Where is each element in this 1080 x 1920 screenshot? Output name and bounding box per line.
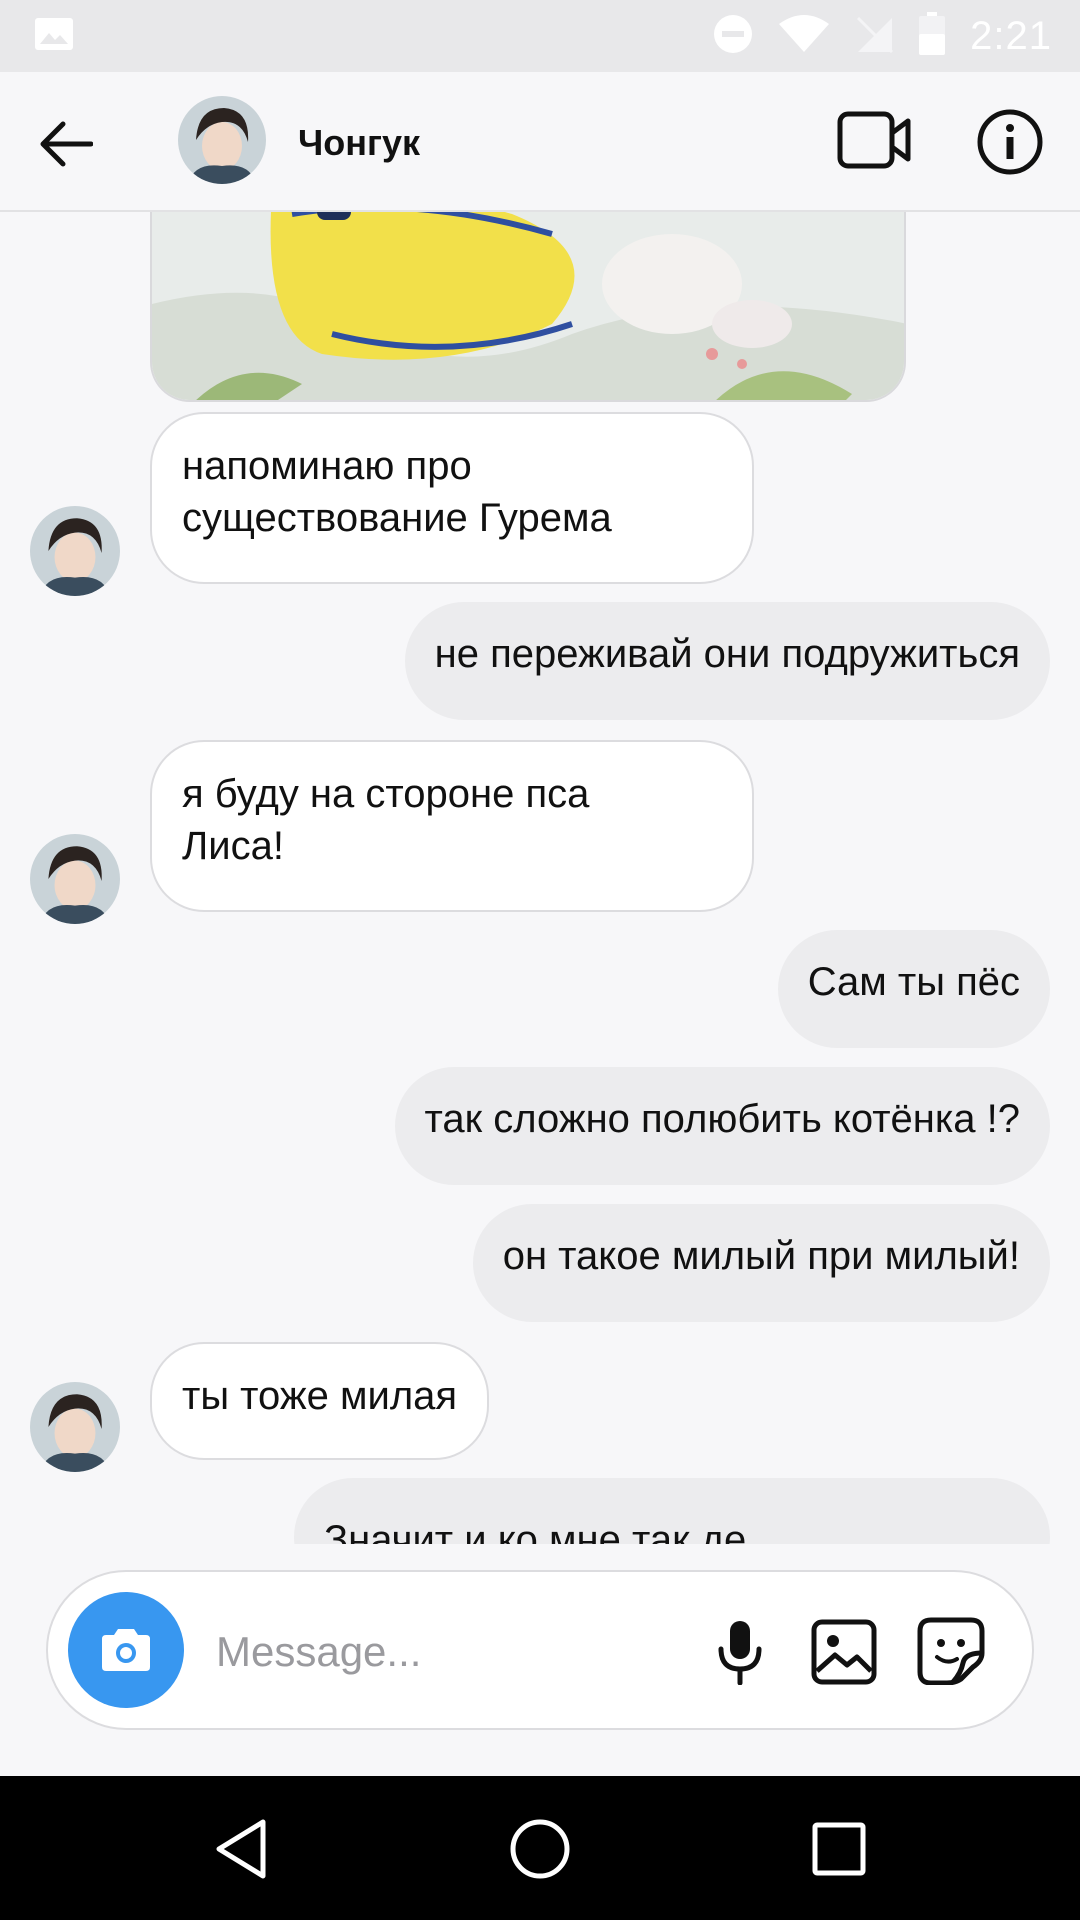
- outgoing-message[interactable]: так сложно полюбить котёнка !?: [394, 1067, 1050, 1185]
- gallery-button[interactable]: [810, 1618, 878, 1686]
- outgoing-message[interactable]: Сам ты пёс: [777, 930, 1050, 1048]
- message-composer: [46, 1570, 1034, 1730]
- message-input[interactable]: [216, 1622, 596, 1682]
- incoming-message[interactable]: напоминаю про существование Гурема: [150, 412, 754, 584]
- nav-home-button[interactable]: [505, 1814, 575, 1884]
- outgoing-message[interactable]: он такое милый при милый!: [472, 1204, 1050, 1322]
- image-notification-icon: [34, 17, 74, 56]
- sticker-button[interactable]: [916, 1616, 986, 1686]
- nav-home-icon: [510, 1819, 570, 1879]
- camera-button[interactable]: [68, 1592, 184, 1708]
- incoming-message[interactable]: я буду на стороне пса Лиса!: [150, 740, 754, 912]
- sender-avatar[interactable]: [30, 1382, 120, 1472]
- message-text-line: я буду на стороне пса: [182, 772, 590, 816]
- back-button[interactable]: [34, 112, 98, 176]
- video-call-button[interactable]: [836, 108, 912, 172]
- camera-icon: [102, 1629, 150, 1671]
- status-bar-left: [34, 17, 74, 56]
- message-thread[interactable]: напоминаю про существование Гурема не пе…: [0, 212, 1080, 1544]
- system-navigation-bar: [0, 1776, 1080, 1920]
- voice-message-button[interactable]: [708, 1618, 772, 1686]
- do-not-disturb-icon: [712, 13, 754, 60]
- conversation-header: Чонгук: [0, 72, 1080, 212]
- back-arrow-icon: [40, 121, 93, 167]
- photo-message[interactable]: [150, 212, 906, 402]
- no-sim-icon: [854, 14, 894, 59]
- battery-icon: [918, 11, 946, 61]
- gallery-icon: [811, 1619, 877, 1685]
- info-icon: [977, 109, 1043, 175]
- info-button[interactable]: [974, 106, 1046, 178]
- wifi-icon: [778, 14, 830, 59]
- outgoing-message[interactable]: Значит и ко мне так де: [294, 1478, 1050, 1544]
- sender-avatar[interactable]: [30, 506, 120, 596]
- clock: 2:21: [970, 13, 1052, 58]
- incoming-message[interactable]: ты тоже милая: [150, 1342, 490, 1460]
- message-text-line: существование Гурема: [182, 496, 612, 540]
- status-bar-right: 2:21: [712, 11, 1052, 61]
- sender-avatar[interactable]: [30, 834, 120, 924]
- status-bar: 2:21: [0, 0, 1080, 72]
- contact-avatar[interactable]: [178, 96, 266, 184]
- message-text-line: Лиса!: [182, 824, 284, 868]
- nav-back-icon: [216, 1819, 266, 1879]
- nav-recents-icon: [812, 1822, 866, 1876]
- contact-name[interactable]: Чонгук: [298, 122, 420, 164]
- nav-back-button[interactable]: [206, 1814, 276, 1884]
- outgoing-message[interactable]: не переживай они подружиться: [404, 602, 1050, 720]
- sticker-icon: [917, 1617, 985, 1685]
- message-text-line: напоминаю про: [182, 444, 472, 488]
- video-call-icon: [837, 111, 911, 169]
- nav-recents-button[interactable]: [806, 1816, 872, 1882]
- microphone-icon: [718, 1621, 762, 1685]
